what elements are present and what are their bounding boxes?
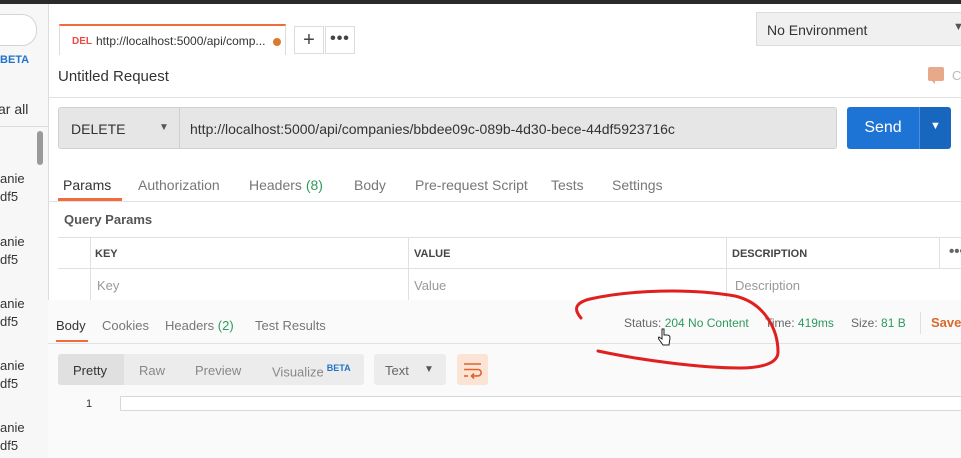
row-divider (58, 268, 961, 269)
sidebar-history-item[interactable]: anie df5 (0, 419, 25, 455)
divider (48, 97, 961, 98)
chevron-down-icon: ▼ (159, 122, 169, 133)
tab-tests[interactable]: Tests (551, 177, 584, 193)
sidebar-search-input[interactable] (0, 14, 37, 46)
url-value: http://localhost:5000/api/companies/bbde… (190, 121, 675, 137)
sidebar-divider (0, 126, 48, 127)
tab-settings[interactable]: Settings (612, 177, 663, 193)
description-input[interactable]: Description (735, 278, 800, 293)
size-value: 81 B (881, 316, 906, 330)
sidebar: BETA ar all anie df5 anie df5 anie df5 a… (0, 4, 49, 458)
method-selected: DELETE (71, 121, 126, 137)
column-divider (726, 238, 727, 301)
tab-headers-label: Headers (249, 177, 302, 193)
wrap-lines-button[interactable] (457, 354, 488, 385)
language-select[interactable]: Text ▼ (374, 354, 446, 385)
status-label: Status: (624, 316, 662, 330)
column-divider (90, 238, 91, 301)
tab-params[interactable]: Params (63, 177, 111, 193)
time-label: Time: (765, 316, 795, 330)
query-params-title: Query Params (64, 212, 153, 227)
response-tab-test-results[interactable]: Test Results (255, 318, 326, 333)
column-header-key: KEY (95, 248, 118, 260)
request-tab[interactable]: DEL http://localhost:5000/api/comp... (59, 24, 286, 55)
response-tab-headers[interactable]: Headers (2) (165, 318, 234, 333)
chevron-down-icon: ▼ (930, 120, 941, 132)
response-tab-body[interactable]: Body (56, 318, 86, 333)
environment-selected: No Environment (767, 22, 868, 38)
format-pretty[interactable]: Pretty (73, 363, 107, 378)
sidebar-history-item[interactable]: anie df5 (0, 170, 25, 206)
format-visualize-label: Visualize (272, 364, 324, 380)
response-time: Time: 419ms (765, 316, 834, 330)
request-title[interactable]: Untitled Request (58, 68, 169, 85)
query-params-table: KEY VALUE DESCRIPTION ••• Key Value Desc… (58, 237, 961, 301)
column-divider (408, 238, 409, 301)
active-tab-indicator (56, 340, 88, 342)
table-more-button[interactable]: ••• (949, 243, 961, 260)
divider (48, 201, 961, 202)
sidebar-history-item[interactable]: anie df5 (0, 357, 25, 393)
response-status: Status: 204 No Content (624, 316, 749, 330)
tab-more-button[interactable]: ••• (325, 26, 355, 54)
new-tab-button[interactable]: + (294, 26, 324, 54)
send-options-button[interactable]: ▼ (919, 107, 951, 149)
tab-body[interactable]: Body (354, 177, 386, 193)
sidebar-scrollbar[interactable] (37, 131, 43, 165)
format-raw[interactable]: Raw (139, 363, 165, 378)
cursor-pointer-icon (658, 328, 671, 346)
time-value: 419ms (797, 316, 834, 330)
sidebar-history-item[interactable]: anie df5 (0, 295, 25, 331)
sidebar-clear-all[interactable]: ar all (0, 101, 28, 117)
tab-headers[interactable]: Headers (8) (249, 177, 323, 193)
format-preview[interactable]: Preview (195, 363, 241, 378)
chevron-down-icon: ▼ (424, 364, 434, 375)
unsaved-dot-icon (273, 38, 281, 46)
window-top-bar (0, 0, 961, 4)
sidebar-beta-label: BETA (0, 54, 30, 66)
value-input[interactable]: Value (414, 278, 446, 293)
comments-label[interactable]: C (952, 68, 961, 83)
format-visualize[interactable]: Visualize BETA (272, 363, 351, 379)
format-toggle-group: Pretty Raw Preview Visualize BETA (58, 354, 364, 385)
tab-authorization[interactable]: Authorization (138, 177, 220, 193)
sidebar-history-item[interactable]: anie df5 (0, 233, 25, 269)
key-input[interactable]: Key (97, 278, 119, 293)
column-divider (939, 238, 940, 268)
send-button[interactable]: Send (847, 107, 919, 149)
url-input[interactable]: http://localhost:5000/api/companies/bbde… (179, 107, 837, 149)
response-body-editor[interactable] (120, 396, 961, 411)
response-tab-headers-label: Headers (165, 318, 215, 333)
tab-pre-request-script[interactable]: Pre-request Script (415, 177, 528, 193)
response-headers-count: (2) (217, 318, 234, 333)
headers-count: (8) (305, 177, 323, 193)
environment-select[interactable]: No Environment ▼ (756, 12, 961, 46)
wrap-lines-icon (464, 363, 482, 380)
size-label: Size: (851, 316, 878, 330)
tab-method-badge: DEL (72, 36, 92, 47)
line-number: 1 (86, 398, 93, 410)
save-response-button[interactable]: Save (931, 315, 961, 330)
column-header-value: VALUE (414, 248, 451, 260)
response-size: Size: 81 B (851, 316, 906, 330)
response-tab-cookies[interactable]: Cookies (102, 318, 149, 333)
method-select[interactable]: DELETE ▼ (58, 107, 180, 149)
divider (48, 343, 961, 344)
tab-label: http://localhost:5000/api/comp... (96, 34, 266, 48)
column-header-description: DESCRIPTION (732, 248, 808, 260)
status-value: 204 No Content (664, 316, 749, 330)
comments-icon[interactable] (928, 67, 944, 84)
chevron-down-icon: ▼ (953, 21, 961, 33)
divider (920, 312, 921, 334)
beta-badge: BETA (326, 363, 351, 373)
language-selected: Text (385, 363, 409, 378)
